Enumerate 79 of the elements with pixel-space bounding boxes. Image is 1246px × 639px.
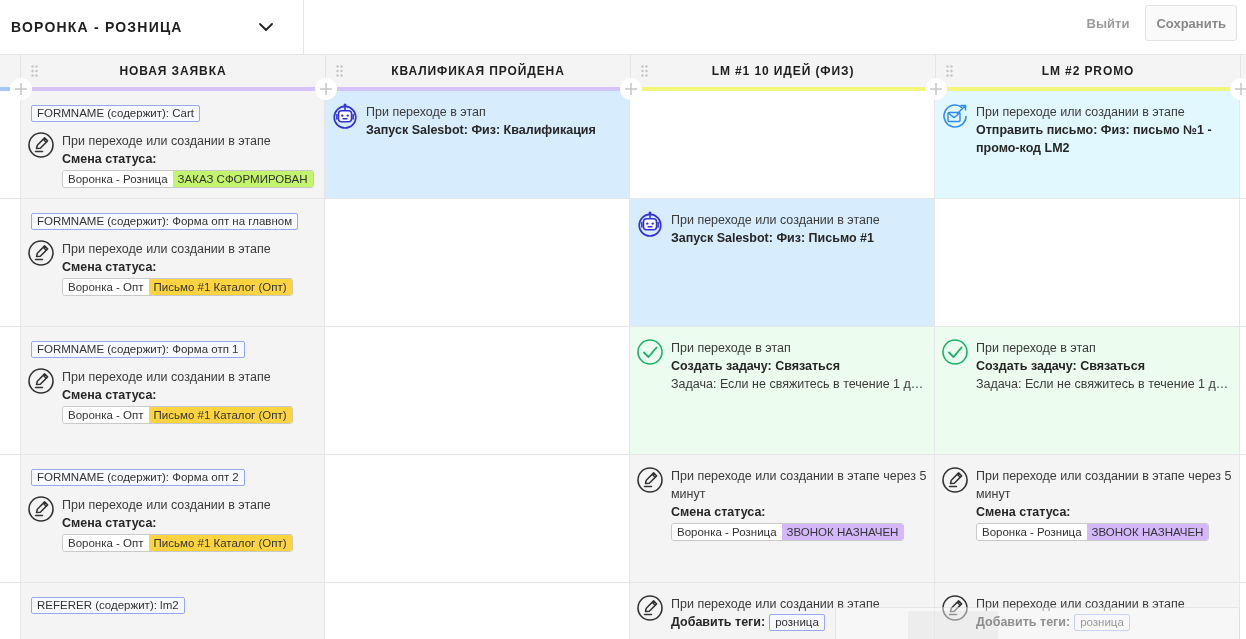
drag-handle-icon[interactable] <box>946 65 953 77</box>
plus-icon <box>320 83 332 95</box>
status-label: Письмо #1 Каталог (Опт) <box>148 279 292 295</box>
pencil-icon <box>28 132 54 158</box>
action-title: Смена статуса: <box>62 515 158 532</box>
action-title: Создать задачу: Связаться <box>671 358 842 375</box>
status-label: Письмо #1 Каталог (Опт) <box>148 535 292 551</box>
plus-icon <box>1235 83 1246 95</box>
drag-handle-icon[interactable] <box>31 65 38 77</box>
pencil-icon <box>637 595 663 621</box>
pencil-icon <box>28 496 54 522</box>
status-label: ЗАКАЗ СФОРМИРОВАН <box>172 171 313 187</box>
trigger-text: При переходе или создании в этапе <box>62 497 272 514</box>
pencil-icon <box>637 467 663 493</box>
plus-icon <box>930 83 942 95</box>
drag-handle-icon[interactable] <box>336 65 343 77</box>
add-stage-button[interactable] <box>1230 78 1246 100</box>
chevron-down-icon[interactable] <box>259 23 273 31</box>
action-title: Смена статуса: <box>62 259 158 276</box>
trigger-text: При переходе или создании в этапе <box>62 241 272 258</box>
pencil-icon <box>942 595 968 621</box>
action-title: Добавить теги: <box>671 614 766 631</box>
plus-icon <box>15 83 27 95</box>
pipeline-label: Воронка - Розница <box>977 524 1087 540</box>
action-title: Смена статуса: <box>671 504 767 521</box>
trigger-text: При переходе в этап <box>671 340 792 357</box>
status-label: ЗВОНОК НАЗНАЧЕН <box>1086 524 1209 540</box>
add-stage-button[interactable] <box>315 78 337 100</box>
check-circle-icon <box>637 339 663 365</box>
robot-icon <box>637 211 663 237</box>
action-title: Добавить теги: <box>976 614 1071 631</box>
trigger-text: При переходе или создании в этапе <box>671 212 881 229</box>
action-title: Запуск Salesbot: Физ: Письмо #1 <box>671 230 875 247</box>
condition-tag: FORMNAME (содержит): Форма опт на главном <box>31 213 299 230</box>
condition-tag: REFERER (содержит): lm2 <box>31 597 185 614</box>
pencil-icon <box>28 368 54 394</box>
action-title: Запуск Salesbot: Физ: Квалификация <box>366 122 597 139</box>
trigger-text: При переходе или создании в этапе <box>62 133 272 150</box>
action-title: Смена статуса: <box>62 151 158 168</box>
stage-title: LM #2 PROMO <box>1041 64 1135 78</box>
stage-title: LM #1 10 ИДЕЙ (ФИЗ) <box>711 64 855 78</box>
action-title: Смена статуса: <box>62 387 158 404</box>
trigger-text: При переходе в этап <box>366 104 487 121</box>
tag-chip: розница <box>769 613 825 631</box>
check-circle-icon <box>942 339 968 365</box>
pipeline-label: Воронка - Опт <box>63 407 149 423</box>
condition-tag: FORMNAME (содержит): Cart <box>31 105 200 122</box>
envelope-icon <box>942 103 968 129</box>
action-title: Отправить письмо: Физ: письмо №1 - промо-код LM2 <box>976 122 1213 157</box>
tag-chip: розница <box>1074 613 1130 631</box>
stage-title: НОВАЯ ЗАЯВКА <box>119 64 227 78</box>
save-button[interactable]: Сохранить <box>1145 5 1237 41</box>
robot-icon <box>332 103 358 129</box>
condition-tag: FORMNAME (содержит): Форма опт 2 <box>31 469 245 486</box>
action-title: Создать задачу: Связаться <box>976 358 1147 375</box>
pencil-icon <box>28 240 54 266</box>
drag-handle-icon[interactable] <box>641 65 648 77</box>
action-title: Смена статуса: <box>976 504 1072 521</box>
trigger-text: При переходе или создании в этапе <box>976 596 1186 613</box>
trigger-text: При переходе или создании в этапе <box>671 596 881 613</box>
task-description: Задача: Если не свяжитесь в течение 1 д… <box>671 376 925 393</box>
pipeline-title: ВОРОНКА - РОЗНИЦА <box>11 19 183 35</box>
trigger-text: При переходе или создании в этапе через 5 минут <box>671 468 928 503</box>
stage-title: КВАЛИФИКАЯ ПРОЙДЕНА <box>391 64 565 78</box>
status-label: Письмо #1 Каталог (Опт) <box>148 407 292 423</box>
status-label: ЗВОНОК НАЗНАЧЕН <box>781 524 904 540</box>
pipeline-label: Воронка - Опт <box>63 279 149 295</box>
trigger-text: При переходе или создании в этапе <box>976 104 1186 121</box>
trigger-text: При переходе или создании в этапе через 5 минут <box>976 468 1233 503</box>
pencil-icon <box>942 467 968 493</box>
trigger-text: При переходе или создании в этапе <box>62 369 272 386</box>
task-description: Задача: Если не свяжитесь в течение 1 д… <box>976 376 1230 393</box>
plus-icon <box>625 83 637 95</box>
trigger-text: При переходе в этап <box>976 340 1097 357</box>
pipeline-label: Воронка - Опт <box>63 535 149 551</box>
condition-tag: FORMNAME (содержит): Форма отп 1 <box>31 341 245 358</box>
pipeline-label: Воронка - Розница <box>63 171 173 187</box>
logout-button[interactable]: Выйти <box>1084 5 1132 41</box>
pipeline-label: Воронка - Розница <box>672 524 782 540</box>
